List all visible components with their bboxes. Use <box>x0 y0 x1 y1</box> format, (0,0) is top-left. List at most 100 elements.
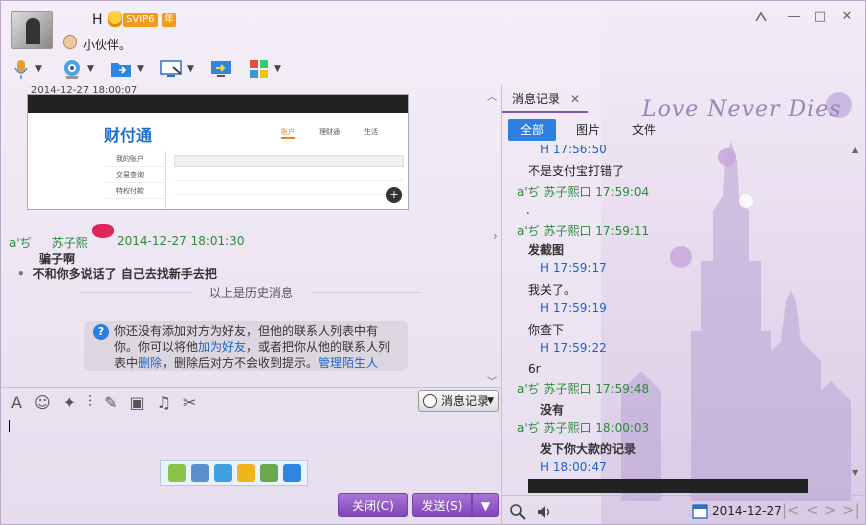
record-line: H 17:59:19 <box>540 301 607 315</box>
history-footer: 2014-12-27 |< < > >| <box>502 495 865 524</box>
screenshot-nav: 账户 理财通 生活 <box>281 127 378 139</box>
next-page-icon[interactable]: > <box>824 501 837 519</box>
folder-icon <box>111 63 131 77</box>
record-line: 我关了。 <box>528 283 577 297</box>
filter-all[interactable]: 全部 <box>508 119 556 141</box>
apps-button[interactable]: ▼ <box>248 57 281 81</box>
contact-signature: 小伙伴。 <box>83 38 132 52</box>
music-icon[interactable]: ♫ <box>157 393 171 412</box>
screenshot-image[interactable]: 财付通 账户 理财通 生活 我的账户 交易查询 特权付款 + <box>27 94 409 210</box>
history-divider: 以上是历史消息 <box>1 284 501 301</box>
magic-icon[interactable]: ✦ <box>63 393 76 412</box>
smile-icon[interactable] <box>236 464 255 482</box>
search-icon[interactable] <box>510 504 526 520</box>
screenshot-table <box>174 155 404 195</box>
chevron-down-icon[interactable]: ▼ <box>35 64 42 74</box>
history-image-thumb[interactable] <box>528 479 808 493</box>
filter-images[interactable]: 图片 <box>564 119 612 141</box>
chevron-down-icon[interactable]: ▼ <box>187 64 194 74</box>
add-emote-icon[interactable] <box>167 464 186 482</box>
speaker-icon[interactable] <box>536 504 552 520</box>
send-button[interactable]: 发送(S) <box>412 493 472 517</box>
chevron-down-icon[interactable]: ▼ <box>87 64 94 74</box>
minimize-button[interactable]: — <box>786 10 802 24</box>
image-icon[interactable]: ▣ <box>129 393 144 412</box>
svip-badge[interactable]: SVIP6 <box>123 13 158 27</box>
year-badge[interactable]: 年 <box>162 13 176 27</box>
avatar[interactable] <box>11 11 53 49</box>
add-friend-link[interactable]: 加为好友 <box>198 340 246 354</box>
maximize-button[interactable]: □ <box>812 10 828 24</box>
apps-grid-icon <box>250 60 268 78</box>
divider <box>1 387 501 388</box>
chat-window: Love Never Dies H SVIP6 年 小伙伴。 — □ ✕ ▼ ▼… <box>0 0 866 525</box>
sender-name[interactable]: 苏子熙 <box>52 236 88 250</box>
scroll-up-arrow[interactable]: ▲ <box>852 145 858 154</box>
emoji-icon[interactable]: ☺ <box>34 393 51 412</box>
message-area[interactable]: 2014-12-27 18:00:07 财付通 账户 理财通 生活 我的账户 交… <box>1 85 501 385</box>
chevron-down-icon[interactable]: ▼ <box>274 64 281 74</box>
close-button[interactable]: 关闭(C) <box>338 493 408 517</box>
text-caret <box>9 420 10 432</box>
star-icon[interactable] <box>282 464 301 482</box>
scroll-down-arrow[interactable]: ▼ <box>852 468 858 477</box>
skin-icon[interactable] <box>753 10 769 24</box>
lips-icon <box>92 224 114 238</box>
shake-icon[interactable]: ⫶ <box>88 392 92 412</box>
record-line: 你查下 <box>528 323 565 337</box>
delete-link[interactable]: 删除 <box>138 356 162 370</box>
webcam-icon <box>64 60 80 79</box>
scroll-up-icon[interactable]: ︿ <box>487 88 497 103</box>
send-options-button[interactable]: ▼ <box>472 493 499 517</box>
record-line: a'ぢ 苏子熙口 17:59:11 <box>517 224 650 238</box>
quick-emote-bar <box>160 460 308 486</box>
collapse-panel-icon[interactable]: › <box>493 229 498 243</box>
screen-icon[interactable] <box>213 464 232 482</box>
screen-share-button[interactable] <box>209 57 233 81</box>
picture-icon[interactable] <box>259 464 278 482</box>
screenshot-logo: 财付通 <box>104 126 153 145</box>
history-scrollbar[interactable]: ▲ ▼ <box>852 145 862 480</box>
save-icon[interactable] <box>190 464 209 482</box>
message-text: • 不和你多说话了 自己去找新手去把 <box>17 267 217 281</box>
prev-page-icon[interactable]: < <box>806 501 819 519</box>
message-history-button[interactable]: 消息记录 ▼ <box>418 390 499 412</box>
send-file-button[interactable]: ▼ <box>109 57 144 81</box>
history-records[interactable]: H 17:56:50 不是支付宝打错了 a'ぢ 苏子熙口 17:59:04 . … <box>502 145 852 480</box>
history-date: 2014-12-27 <box>712 504 782 518</box>
scissors-icon[interactable]: ✂ <box>183 393 196 412</box>
manage-strangers-link[interactable]: 管理陌生人 <box>318 356 378 370</box>
zoom-icon[interactable]: + <box>386 187 402 203</box>
signature-icon <box>63 35 77 49</box>
font-icon[interactable]: A <box>11 393 22 412</box>
title-bar: H SVIP6 年 小伙伴。 — □ ✕ ▼ ▼ ▼ ▼ ▼ <box>1 1 865 85</box>
record-line: H 17:56:50 <box>540 145 607 156</box>
question-icon: ? <box>93 324 109 340</box>
remote-screen-icon <box>160 60 182 77</box>
close-tab-icon[interactable]: ✕ <box>570 85 580 113</box>
record-line: 发下你大款的记录 <box>540 442 637 456</box>
last-page-icon[interactable]: >| <box>842 501 860 519</box>
filter-files[interactable]: 文件 <box>620 119 668 141</box>
voice-call-button[interactable]: ▼ <box>11 57 42 81</box>
history-panel: 消息记录 ✕ 全部 图片 文件 H 17:56:50 不是支付宝打错了 a'ぢ … <box>501 85 865 524</box>
bullet-dot: • <box>17 267 25 281</box>
video-call-button[interactable]: ▼ <box>61 57 94 81</box>
scroll-down-icon[interactable]: ﹀ <box>487 373 497 385</box>
screenshot-sidebar: 我的账户 交易查询 特权付款 <box>104 151 166 209</box>
close-window-button[interactable]: ✕ <box>839 10 855 24</box>
chevron-down-icon[interactable]: ▼ <box>137 64 144 74</box>
calendar-icon[interactable] <box>692 503 708 519</box>
message-input[interactable] <box>1 415 501 457</box>
first-page-icon[interactable]: |< <box>782 501 800 519</box>
tab-message-history[interactable]: 消息记录 ✕ <box>502 85 588 113</box>
record-line: 没有 <box>540 403 565 417</box>
record-line: 发截图 <box>528 243 565 257</box>
share-screen-icon <box>211 61 231 77</box>
record-line: 6r <box>528 362 541 376</box>
record-line: H 18:00:47 <box>540 460 607 474</box>
remote-desktop-button[interactable]: ▼ <box>159 57 194 81</box>
edit-icon[interactable]: ✎ <box>104 393 117 412</box>
record-line: 不是支付宝打错了 <box>528 164 625 178</box>
record-line: a'ぢ 苏子熙口 18:00:03 <box>517 421 650 435</box>
